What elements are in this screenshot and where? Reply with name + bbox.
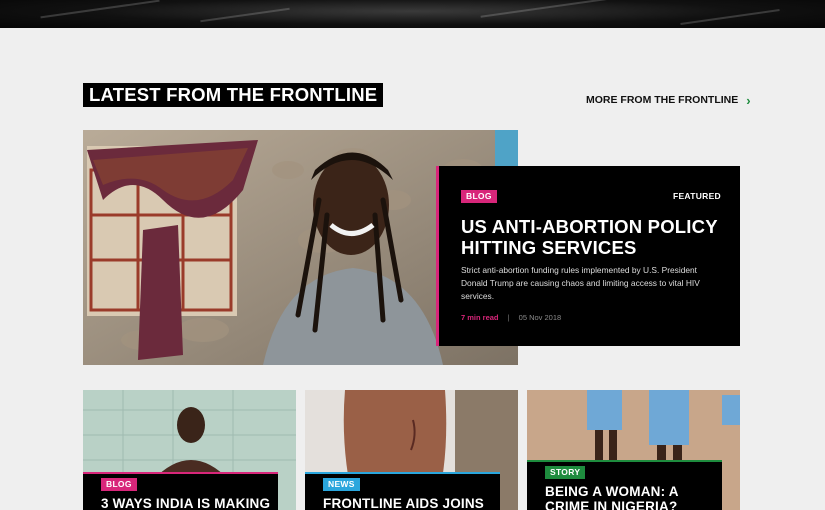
top-banner xyxy=(0,0,825,28)
category-badge: NEWS xyxy=(323,478,360,491)
category-badge: BLOG xyxy=(101,478,137,491)
category-badge: STORY xyxy=(545,466,586,479)
article-caption: STORY BEING A WOMAN: A CRIME IN NIGERIA? xyxy=(527,460,722,510)
publish-date: 05 Nov 2018 xyxy=(518,313,562,322)
read-time: 7 min read xyxy=(461,313,499,322)
article-card[interactable]: BLOG 3 WAYS INDIA IS MAKING DRUG USE xyxy=(83,390,296,510)
category-badge: BLOG xyxy=(461,190,497,203)
article-meta: 7 min read | 05 Nov 2018 xyxy=(461,313,561,322)
featured-article-card[interactable]: BLOG FEATURED US ANTI-ABORTION POLICY HI… xyxy=(436,166,740,346)
article-caption: NEWS FRONTLINE AIDS JOINS CALL FOR ACT xyxy=(305,472,500,510)
featured-excerpt: Strict anti-abortion funding rules imple… xyxy=(461,265,700,301)
meta-separator: | xyxy=(507,313,510,322)
article-title[interactable]: FRONTLINE AIDS JOINS CALL FOR ACT xyxy=(323,496,503,510)
more-link-label: MORE FROM THE FRONTLINE xyxy=(586,94,739,106)
article-title[interactable]: 3 WAYS INDIA IS MAKING DRUG USE xyxy=(101,496,281,510)
article-card[interactable]: STORY BEING A WOMAN: A CRIME IN NIGERIA? xyxy=(527,390,740,510)
featured-flag: FEATURED xyxy=(672,191,721,201)
more-from-frontline-link[interactable]: MORE FROM THE FRONTLINE › xyxy=(586,94,751,107)
article-title[interactable]: BEING A WOMAN: A CRIME IN NIGERIA? xyxy=(545,484,725,510)
article-caption: BLOG 3 WAYS INDIA IS MAKING DRUG USE xyxy=(83,472,278,510)
section-title: LATEST FROM THE FRONTLINE xyxy=(83,83,384,107)
featured-headline[interactable]: US ANTI-ABORTION POLICY HITTING SERVICES xyxy=(461,216,741,258)
article-card[interactable]: NEWS FRONTLINE AIDS JOINS CALL FOR ACT xyxy=(305,390,518,510)
chevron-right-icon: › xyxy=(746,93,751,108)
